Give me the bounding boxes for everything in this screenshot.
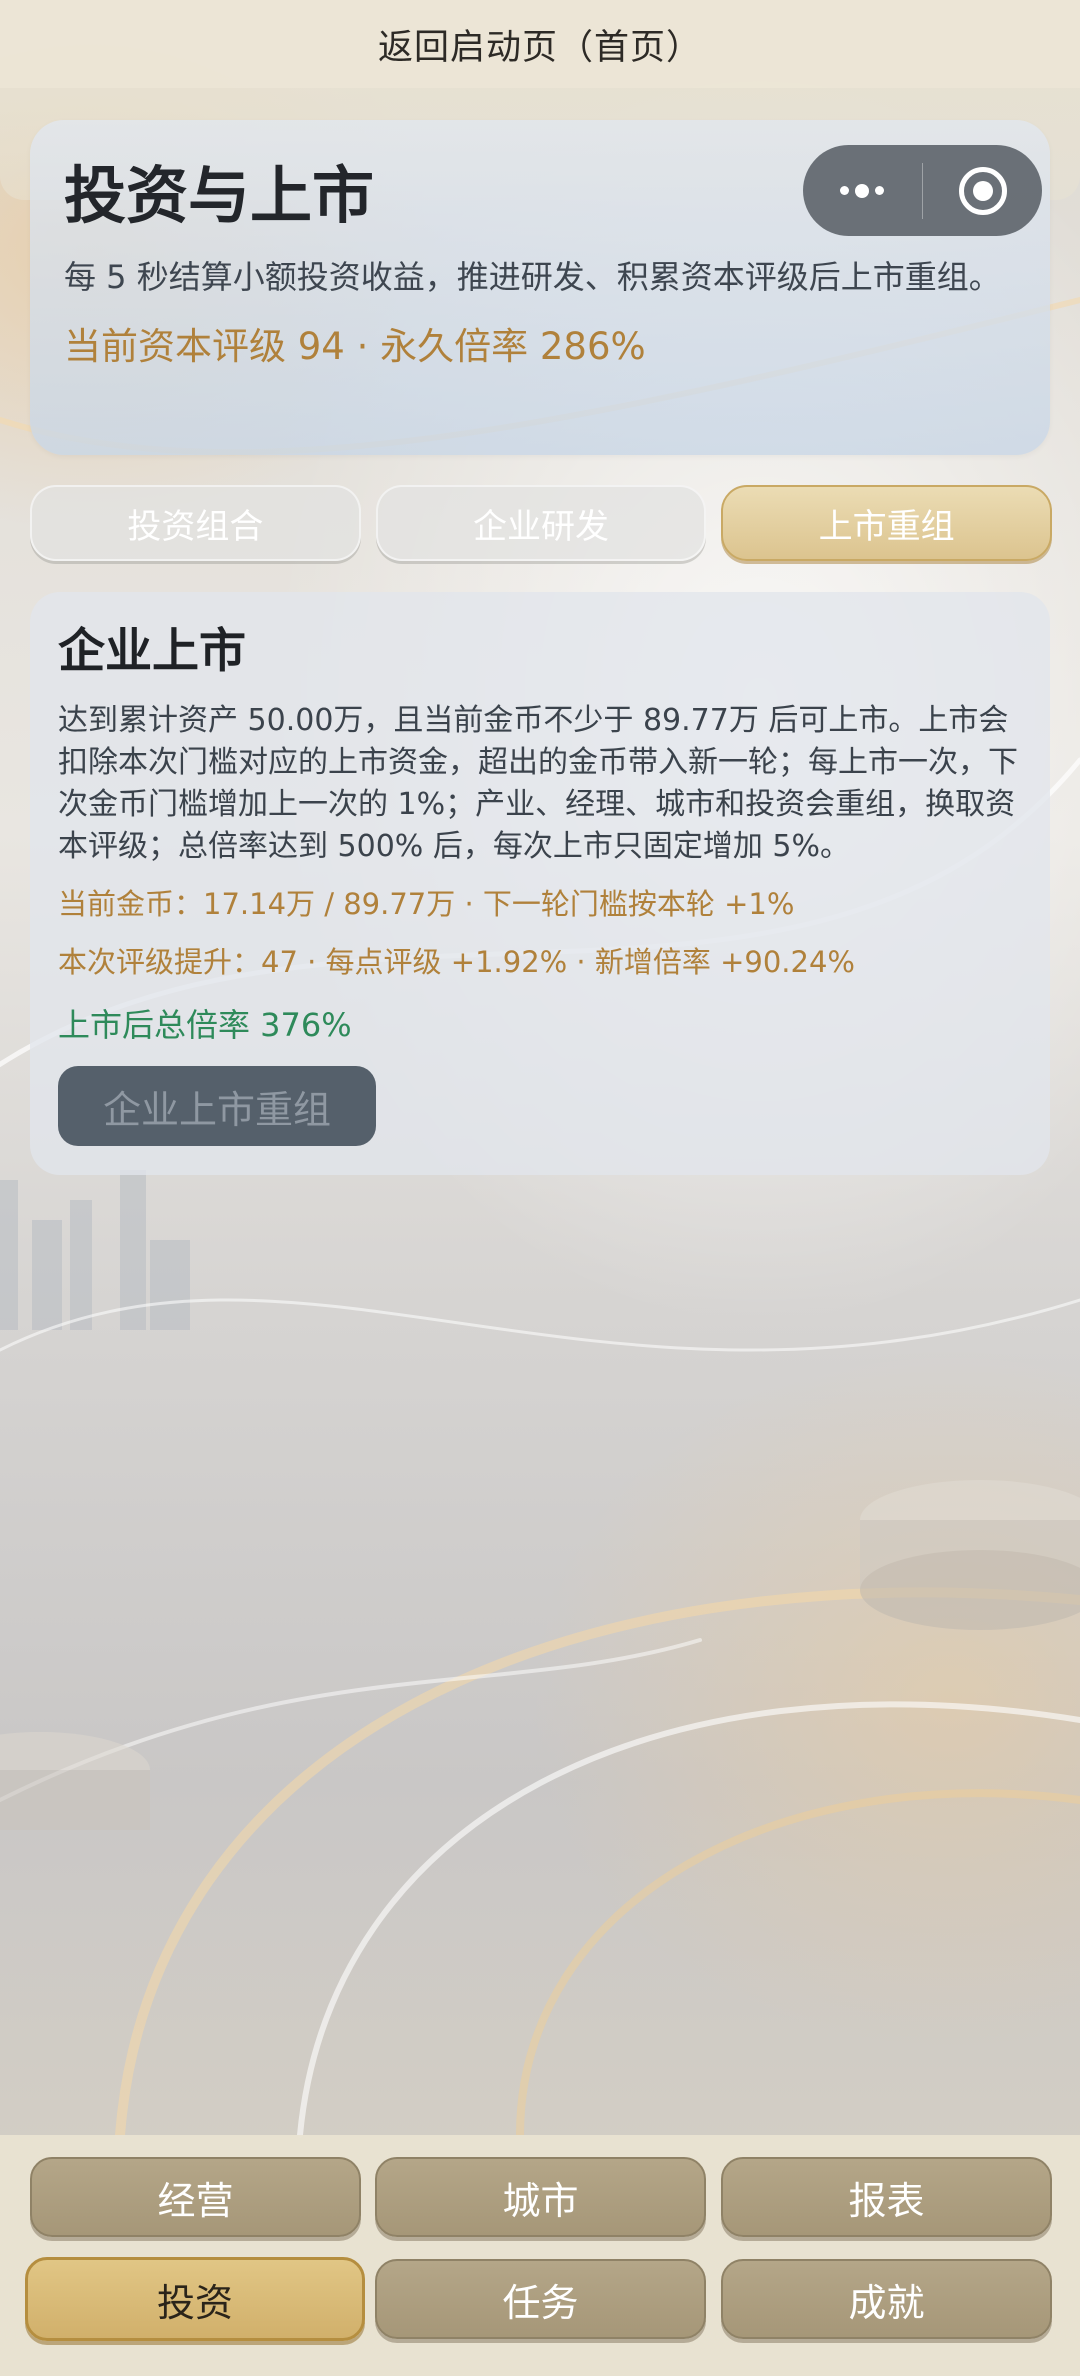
capital-rating-summary: 当前资本评级 94 · 永久倍率 286%: [64, 325, 646, 368]
more-dots-icon: [840, 183, 885, 198]
target-circle-icon: [958, 166, 1007, 215]
ipo-title: 企业上市: [58, 624, 246, 679]
section-tabs: 投资组合 企业研发 上市重组: [30, 485, 1053, 561]
nav-achievements[interactable]: 成就: [721, 2259, 1052, 2339]
ipo-restructure-button[interactable]: 企业上市重组: [58, 1066, 376, 1146]
close-miniprogram-button[interactable]: [923, 145, 1042, 236]
nav-reports[interactable]: 报表: [721, 2157, 1052, 2237]
current-coins-line: 当前金币：17.14万 / 89.77万 · 下一轮门槛按本轮 +1%: [58, 887, 795, 921]
nav-tasks[interactable]: 任务: [375, 2259, 706, 2339]
ipo-card: 企业上市 达到累计资产 50.00万，且当前金币不少于 89.77万 后可上市。…: [30, 592, 1050, 1175]
ipo-description: 达到累计资产 50.00万，且当前金币不少于 89.77万 后可上市。上市会扣除…: [58, 703, 1018, 864]
rating-increase-line: 本次评级提升：47 · 每点评级 +1.92% · 新增倍率 +90.24%: [58, 945, 855, 979]
tab-portfolio[interactable]: 投资组合: [30, 485, 361, 561]
nav-investment[interactable]: 投资: [25, 2257, 365, 2341]
nav-city[interactable]: 城市: [375, 2157, 706, 2237]
post-ipo-multiplier: 上市后总倍率 376%: [58, 1006, 352, 1044]
more-button[interactable]: [803, 145, 922, 236]
tab-research[interactable]: 企业研发: [375, 485, 707, 561]
bottom-navigation: 经营 城市 报表 投资 任务 成就: [0, 2135, 1080, 2376]
back-to-home-link[interactable]: 返回启动页（首页）: [378, 19, 702, 70]
mini-program-capsule: [803, 145, 1042, 236]
page-description: 每 5 秒结算小额投资收益，推进研发、积累资本评级后上市重组。: [64, 258, 1001, 296]
tab-ipo-restructure[interactable]: 上市重组: [721, 485, 1053, 561]
app-screen: 返回启动页（首页） 投资与上市 每 5 秒结算小额投资收益，推进研发、积累资本评…: [0, 0, 1080, 2376]
top-navigation-bar: 返回启动页（首页）: [0, 0, 1080, 88]
nav-business[interactable]: 经营: [30, 2157, 361, 2237]
